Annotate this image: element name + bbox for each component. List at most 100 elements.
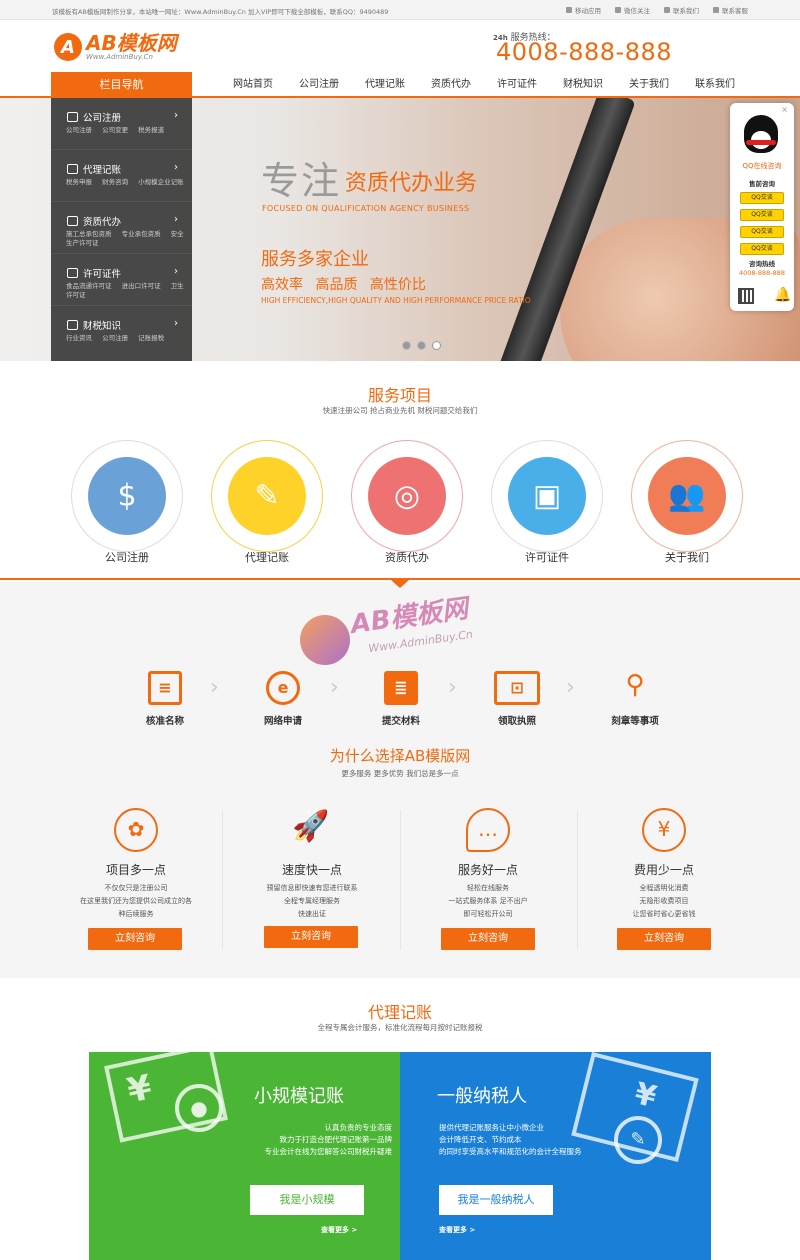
service-label[interactable]: 公司注册 (71, 549, 183, 565)
watermark-logo-icon (300, 615, 350, 665)
banner-slogan-en: HIGH EFFICIENCY,HIGH QUALITY AND HIGH PE… (261, 296, 531, 305)
small-scale-more-link[interactable]: 查看更多 > (321, 1225, 357, 1235)
side-cat-licenses[interactable]: 许可证件 › 食品流通许可证 进出口许可证 卫生许可证 (51, 254, 192, 306)
consult-button[interactable]: 立刻咨询 (617, 928, 711, 950)
chevron-right-icon: › (174, 110, 178, 121)
chevron-right-icon: › (210, 675, 219, 700)
why-item-title: 服务好一点 (457, 863, 518, 877)
why-item-title: 费用少一点 (633, 863, 694, 877)
support-link[interactable]: 联系客服 (713, 5, 748, 15)
service-licenses[interactable]: ▣ (491, 440, 603, 552)
logo-title: AB模板网 (86, 31, 177, 55)
service-qualification[interactable]: ◎ (351, 440, 463, 552)
clover-icon: ✿ (114, 808, 158, 852)
chevron-right-icon: › (174, 318, 178, 329)
services-subtitle: 快速注册公司 抢占商业先机 财税问题交给我们 (322, 406, 478, 415)
banner-heading-serve: 服务多家企业 (261, 249, 369, 270)
carousel-dot[interactable] (402, 341, 411, 350)
yen-coin-icon: ¥ (642, 808, 686, 852)
briefcase-icon (67, 112, 78, 122)
side-cat-qualification[interactable]: 资质代办 › 施工总承包资质 专业承包资质 安全生产许可证 (51, 202, 192, 254)
qq-chat-button[interactable]: QQ交谈 (740, 243, 784, 255)
general-taxpayer-more-link[interactable]: 查看更多 > (439, 1225, 475, 1235)
consult-button[interactable]: 立刻咨询 (264, 926, 358, 948)
nav-licenses[interactable]: 许可证件 (484, 72, 550, 97)
carousel-dots (402, 341, 441, 350)
qq-float-panel: × QQ在线咨询 售前咨询 QQ交谈 QQ交谈 QQ交谈 QQ交谈 咨询热线 4… (730, 103, 794, 311)
nav-qualification[interactable]: 资质代办 (418, 72, 484, 97)
bookkeeping-title: 代理记账 (367, 1003, 432, 1022)
general-taxpayer-desc: 提供代理记账服务让中小微企业 会计降低开支、节约成本 的同时享受高水平和规范化的会计… (439, 1123, 582, 1156)
nav-home[interactable]: 网站首页 (220, 72, 286, 97)
license-card-icon: ⊡ (494, 671, 540, 705)
qr-code-icon[interactable] (738, 288, 754, 304)
people-icon: 👥 (668, 478, 706, 514)
service-label[interactable]: 代理记账 (211, 549, 323, 565)
chevron-right-icon: › (174, 266, 178, 277)
why-item-desc: 全程透明化消费 无隐形收费项目 让您省时省心更省钱 (632, 884, 696, 918)
service-company-registration[interactable]: $ (71, 440, 183, 552)
service-label[interactable]: 关于我们 (631, 549, 743, 565)
bell-icon[interactable]: 🔔 (774, 287, 791, 303)
logo-icon: A (54, 33, 82, 61)
top-links: 移动应用 微信关注 联系我们 联系客服 (566, 5, 748, 15)
wechat-link[interactable]: 微信关注 (615, 5, 650, 15)
qq-penguin-icon (744, 115, 778, 153)
small-scale-button[interactable]: 我是小规模 (250, 1185, 364, 1215)
ie-browser-icon: e (266, 671, 300, 705)
column-divider (577, 810, 578, 950)
general-taxpayer-button[interactable]: 我是一般纳税人 (439, 1185, 553, 1215)
qq-chat-button[interactable]: QQ交谈 (740, 209, 784, 221)
notepad-icon: ✎ (254, 478, 280, 514)
qq-hotline-number: 4008-888-888 (738, 269, 786, 277)
chevron-right-icon: › (174, 162, 178, 173)
banner-heading-focus: 专注 (261, 159, 342, 203)
column-divider (400, 810, 401, 950)
general-taxpayer-panel: ¥ ✎ 一般纳税人 提供代理记账服务让中小微企业 会计降低开支、节约成本 的同时享受… (400, 1052, 711, 1260)
service-label[interactable]: 资质代办 (351, 549, 463, 565)
site-logo[interactable]: A AB模板网 Www.AdminBuy.Cn (54, 30, 177, 64)
nav-contact[interactable]: 联系我们 (682, 72, 748, 97)
nav-tax-knowledge[interactable]: 财税知识 (550, 72, 616, 97)
book-icon (67, 320, 78, 330)
close-icon[interactable]: × (781, 105, 788, 114)
services-title: 服务项目 (367, 386, 432, 405)
side-cat-company-registration[interactable]: 公司注册 › 公司注册 公司变更 税务报道 (51, 98, 192, 150)
mobile-icon (566, 7, 572, 13)
service-about[interactable]: 👥 (631, 440, 743, 552)
service-label[interactable]: 许可证件 (491, 549, 603, 565)
consult-button[interactable]: 立刻咨询 (441, 928, 535, 950)
qq-hotline-label: 咨询热线 (749, 260, 775, 268)
qq-chat-button[interactable]: QQ交谈 (740, 226, 784, 238)
divider-arrow (391, 580, 409, 588)
stamp-icon: ⚲ (625, 670, 645, 700)
process-step: 核准名称 (145, 716, 184, 727)
hotline-number: 4008-888-888 (496, 38, 673, 66)
mobile-app-link[interactable]: 移动应用 (566, 5, 601, 15)
nav-bookkeeping[interactable]: 代理记账 (352, 72, 418, 97)
target-icon: ◎ (393, 478, 421, 514)
name-approval-icon: ≡ (148, 671, 182, 705)
nav-company-registration[interactable]: 公司注册 (286, 72, 352, 97)
consult-button[interactable]: 立刻咨询 (88, 928, 182, 950)
side-cat-bookkeeping[interactable]: 代理记账 › 税务申报 财务咨询 小规模企业记账 (51, 150, 192, 202)
small-scale-desc: 认真负责的专业态度 致力于打造合肥代理记账第一品牌 专业会计在线为您解答公司财税升疑… (264, 1123, 393, 1156)
why-subtitle: 更多服务 更多优势 我们总是多一点 (341, 769, 459, 778)
process-step: 领取执照 (497, 716, 536, 727)
wallet-icon: ▣ (532, 478, 562, 514)
carousel-dot[interactable] (417, 341, 426, 350)
chevron-right-icon: › (174, 214, 178, 225)
service-bookkeeping[interactable]: ✎ (211, 440, 323, 552)
bookkeeping-subtitle: 全程专属会计服务，标准化流程每月按时记账报税 (317, 1023, 483, 1032)
why-item-desc: 轻松在线服务 一站式服务体系 足不出户 即可轻松开公司 (448, 884, 528, 918)
phone-icon (664, 7, 670, 13)
why-item-desc: 不仅仅只是注册公司 在这里我们还为您提供公司成立的各 种后续服务 (80, 884, 192, 918)
qq-chat-button[interactable]: QQ交谈 (740, 192, 784, 204)
qq-consult-label: 售前咨询 (749, 180, 775, 188)
contact-link[interactable]: 联系我们 (664, 5, 699, 15)
carousel-dot-active[interactable] (432, 341, 441, 350)
banner-subtitle-en: FOCUSED ON QUALIFICATION AGENCY BUSINESS (262, 204, 470, 213)
side-cat-tax-knowledge[interactable]: 财税知识 › 行业资讯 公司注册 记账报税 (51, 306, 192, 358)
edit-icon (67, 164, 78, 174)
nav-about[interactable]: 关于我们 (616, 72, 682, 97)
